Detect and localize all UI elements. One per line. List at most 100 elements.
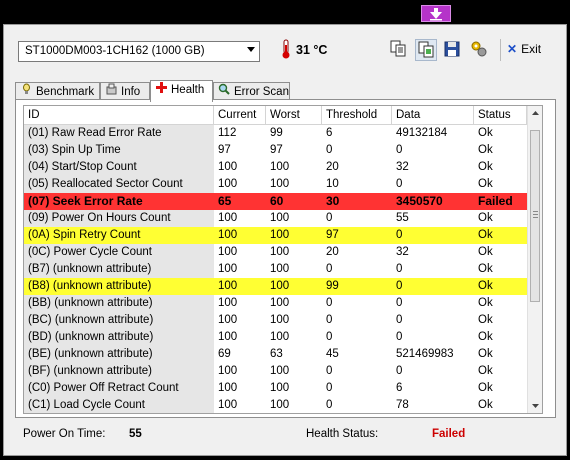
scrollbar-grip-icon xyxy=(533,211,538,218)
table-row[interactable]: (B8) (unknown attribute) 100 100 99 0 Ok xyxy=(24,278,527,295)
attribute-status: Failed xyxy=(478,194,513,208)
raw-data: 0 xyxy=(396,280,403,292)
worst-value: 100 xyxy=(270,280,290,292)
scrollbar-thumb[interactable] xyxy=(530,130,540,302)
raw-data: 0 xyxy=(396,314,403,326)
attribute-status: Ok xyxy=(478,348,493,360)
raw-data: 49132184 xyxy=(396,127,448,139)
table-row[interactable]: (BD) (unknown attribute) 100 100 0 0 Ok xyxy=(24,329,527,346)
current-value: 100 xyxy=(218,365,238,377)
status-bar: Power On Time: 55 Health Status: Failed xyxy=(4,423,566,447)
worst-value: 100 xyxy=(270,365,290,377)
health-panel: ID Current Worst Threshold Data Status (… xyxy=(15,99,556,418)
attribute-status: Ok xyxy=(478,365,493,377)
drive-selector-value: ST1000DM003-1CH162 (1000 GB) xyxy=(25,45,205,57)
threshold-value: 0 xyxy=(326,144,333,156)
raw-data: 78 xyxy=(396,399,409,411)
table-row[interactable]: (03) Spin Up Time 97 97 0 0 Ok xyxy=(24,142,527,159)
options-button[interactable] xyxy=(469,39,491,61)
copy-screenshot-button[interactable] xyxy=(415,39,437,61)
worst-value: 63 xyxy=(270,348,283,360)
table-row[interactable]: (BB) (unknown attribute) 100 100 0 0 Ok xyxy=(24,295,527,312)
exit-button[interactable]: ✕ Exit xyxy=(507,42,541,56)
attribute-name: (0A) Spin Retry Count xyxy=(28,229,141,241)
current-value: 100 xyxy=(218,161,238,173)
temperature-readout: 31 °C xyxy=(296,43,328,57)
table-row[interactable]: (07) Seek Error Rate 65 60 30 3450570 Failed xyxy=(24,193,527,210)
table-row[interactable]: (BE) (unknown attribute) 69 63 45 521469983 O… xyxy=(24,346,527,363)
attribute-status: Ok xyxy=(478,382,493,394)
raw-data: 0 xyxy=(396,331,403,343)
worst-value: 100 xyxy=(270,246,290,258)
table-row[interactable]: (BF) (unknown attribute) 100 100 0 0 Ok xyxy=(24,363,527,380)
attribute-name: (BB) (unknown attribute) xyxy=(24,295,214,312)
drive-selector[interactable]: ST1000DM003-1CH162 (1000 GB) xyxy=(18,41,260,62)
threshold-value: 30 xyxy=(326,194,340,208)
attribute-status: Ok xyxy=(478,280,493,292)
threshold-value: 0 xyxy=(326,314,333,326)
threshold-value: 99 xyxy=(326,280,339,292)
chevron-up-icon xyxy=(532,111,539,115)
copy-text-button[interactable] xyxy=(388,39,410,61)
attribute-name: (BD) (unknown attribute) xyxy=(24,329,214,346)
table-row[interactable]: (BC) (unknown attribute) 100 100 0 0 Ok xyxy=(24,312,527,329)
attribute-status: Ok xyxy=(478,178,493,190)
column-header-threshold[interactable]: Threshold xyxy=(322,106,392,124)
raw-data: 55 xyxy=(396,212,409,224)
raw-data: 32 xyxy=(396,246,409,258)
column-header-current[interactable]: Current xyxy=(214,106,266,124)
scroll-up-button[interactable] xyxy=(528,106,542,121)
table-row[interactable]: (C0) Power Off Retract Count 100 100 0 6 Ok xyxy=(24,380,527,397)
raw-data: 521469983 xyxy=(396,348,454,360)
threshold-value: 20 xyxy=(326,246,339,258)
attribute-status: Ok xyxy=(478,314,493,326)
scroll-down-button[interactable] xyxy=(528,398,542,413)
current-value: 65 xyxy=(218,194,232,208)
copy-icon xyxy=(390,40,406,57)
current-value: 100 xyxy=(218,399,238,411)
current-value: 100 xyxy=(218,212,238,224)
table-row[interactable]: (0C) Power Cycle Count 100 100 20 32 Ok xyxy=(24,244,527,261)
threshold-value: 0 xyxy=(326,365,333,377)
threshold-value: 10 xyxy=(326,178,339,190)
current-value: 100 xyxy=(218,280,238,292)
table-row[interactable]: (01) Raw Read Error Rate 112 99 6 49132184 Ok xyxy=(24,125,527,142)
attribute-name: (04) Start/Stop Count xyxy=(24,159,214,176)
table-row[interactable]: (C1) Load Cycle Count 100 100 0 78 Ok xyxy=(24,397,527,413)
column-header-status[interactable]: Status xyxy=(474,106,527,124)
table-row[interactable]: (04) Start/Stop Count 100 100 20 32 Ok xyxy=(24,159,527,176)
attribute-status: Ok xyxy=(478,229,493,241)
threshold-value: 0 xyxy=(326,331,333,343)
download-arrow-icon[interactable] xyxy=(421,5,451,22)
current-value: 112 xyxy=(218,127,237,139)
copy-image-icon xyxy=(418,41,434,58)
column-header-data[interactable]: Data xyxy=(392,106,474,124)
attribute-name: (BC) (unknown attribute) xyxy=(24,312,214,329)
tab-health[interactable]: Health xyxy=(150,80,213,102)
column-header-id[interactable]: ID xyxy=(24,106,214,124)
column-header-worst[interactable]: Worst xyxy=(266,106,322,124)
chevron-down-icon[interactable] xyxy=(247,47,255,52)
table-row[interactable]: (0A) Spin Retry Count 100 100 97 0 Ok xyxy=(24,227,527,244)
raw-data: 0 xyxy=(396,229,403,241)
worst-value: 100 xyxy=(270,314,290,326)
threshold-value: 97 xyxy=(326,229,339,241)
attribute-name: (BF) (unknown attribute) xyxy=(24,363,214,380)
table-row[interactable]: (B7) (unknown attribute) 100 100 0 0 Ok xyxy=(24,261,527,278)
chevron-down-icon xyxy=(532,404,539,408)
tab-benchmark-label: Benchmark xyxy=(36,86,95,98)
current-value: 100 xyxy=(218,331,238,343)
attribute-name: (B7) (unknown attribute) xyxy=(24,261,214,278)
raw-data: 3450570 xyxy=(396,194,443,208)
table-row[interactable]: (09) Power On Hours Count 100 100 0 55 Ok xyxy=(24,210,527,227)
worst-value: 99 xyxy=(270,127,283,139)
current-value: 100 xyxy=(218,229,238,241)
table-row[interactable]: (05) Reallocated Sector Count 100 100 10 0 Ok xyxy=(24,176,527,193)
exit-label: Exit xyxy=(521,42,542,56)
tab-error-scan-label: Error Scan xyxy=(234,86,289,98)
attribute-status: Ok xyxy=(478,297,493,309)
vertical-scrollbar[interactable] xyxy=(527,106,542,413)
current-value: 69 xyxy=(218,348,231,360)
threshold-value: 0 xyxy=(326,212,333,224)
save-button[interactable] xyxy=(442,39,464,61)
